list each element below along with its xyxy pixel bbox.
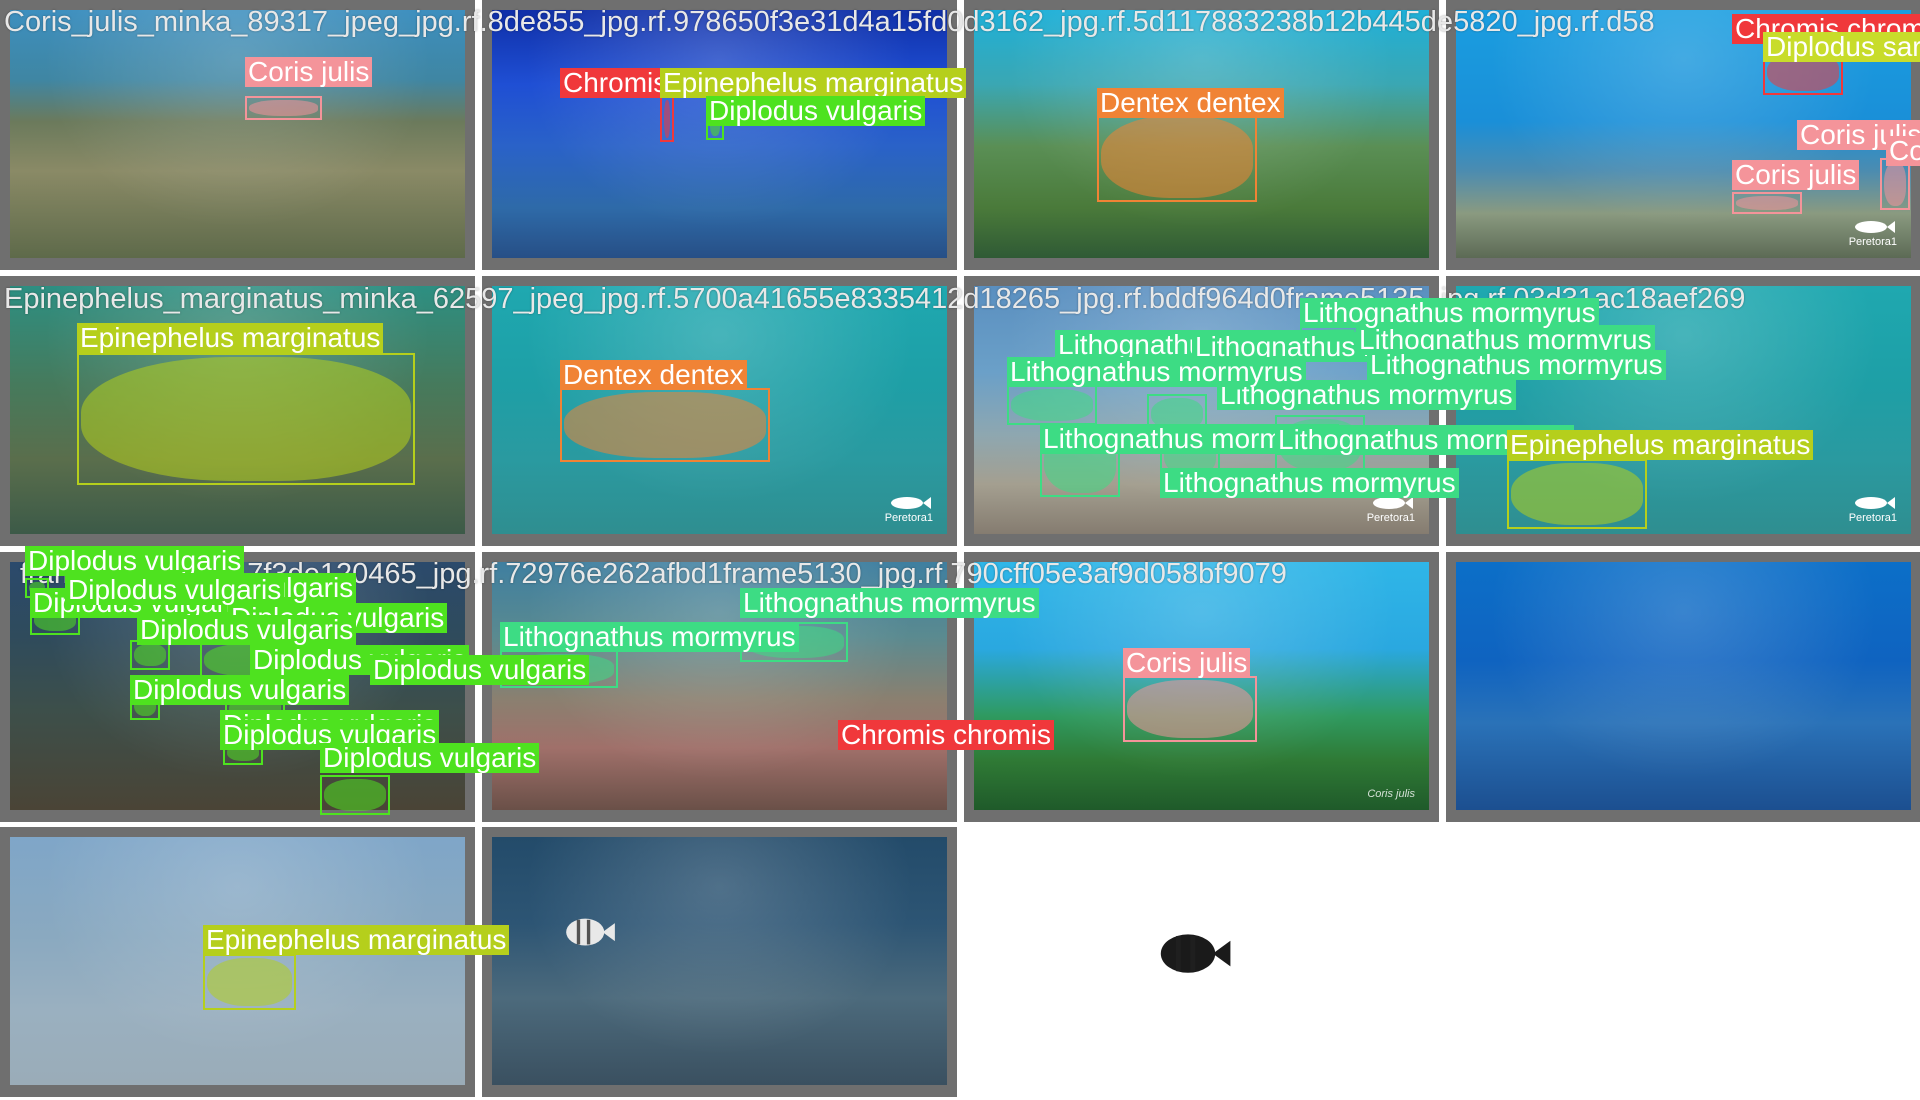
segmentation-mask bbox=[1101, 116, 1253, 198]
fish-logo-icon bbox=[1854, 497, 1895, 509]
watermark-logo: Peretora1 bbox=[885, 495, 933, 524]
detection-box bbox=[1732, 192, 1802, 214]
segmentation-mask bbox=[1011, 389, 1093, 421]
underwater-photo bbox=[1456, 562, 1911, 810]
detection-box bbox=[1097, 112, 1257, 202]
image-tile bbox=[1446, 552, 1920, 822]
class-label: Coris julis bbox=[1732, 160, 1860, 190]
logo-text: Peretora1 bbox=[1848, 236, 1897, 248]
detection-box bbox=[320, 775, 390, 815]
class-label: Diplodus vulgaris bbox=[370, 655, 590, 685]
fish-silhouette-icon bbox=[566, 918, 615, 946]
detection-box bbox=[203, 954, 296, 1010]
class-label: Coris julis bbox=[1886, 136, 1920, 166]
image-tile bbox=[482, 827, 957, 1097]
segmentation-mask bbox=[249, 100, 318, 116]
class-label: Epinephelus marginatus bbox=[660, 68, 967, 98]
class-label: Dentex dentex bbox=[1097, 88, 1284, 118]
detection-mosaic: Coris_julis_minka_89317_jpeg_jpg.rf.8de8… bbox=[0, 0, 1920, 1100]
class-label: Lithognathus mormyrus bbox=[1007, 357, 1306, 387]
segmentation-mask bbox=[134, 644, 166, 666]
fish-logo-icon bbox=[1854, 221, 1895, 233]
class-label: Diplodus vulgaris bbox=[320, 743, 540, 773]
segmentation-mask bbox=[1127, 680, 1253, 738]
segmentation-mask bbox=[1884, 162, 1906, 206]
detection-box bbox=[245, 96, 322, 120]
watermark-logo: Peretora1 bbox=[1849, 495, 1897, 524]
segmentation-mask bbox=[664, 100, 670, 138]
watermark-logo: Peretora1 bbox=[1849, 219, 1897, 248]
detection-box bbox=[77, 353, 415, 485]
class-label: Coris julis bbox=[1123, 648, 1251, 678]
class-label: Dentex dentex bbox=[560, 360, 747, 390]
class-label: Diplodus vulgaris bbox=[65, 575, 285, 605]
detection-box bbox=[1007, 385, 1097, 425]
image-tile bbox=[0, 0, 475, 270]
underwater-photo bbox=[10, 10, 465, 258]
class-label: Epinephelus marginatus bbox=[77, 323, 384, 353]
segmentation-mask bbox=[1736, 196, 1798, 210]
detection-box bbox=[1123, 676, 1257, 742]
fish-logo-icon bbox=[890, 497, 931, 509]
detection-box bbox=[1507, 459, 1647, 529]
detection-box bbox=[660, 96, 674, 142]
watermark-text: Coris julis bbox=[1367, 788, 1415, 800]
segmentation-mask bbox=[564, 392, 766, 458]
class-label: Lithognathus mormyrus bbox=[1367, 350, 1666, 380]
watermark-logo: Peretora1 bbox=[1367, 495, 1415, 524]
logo-text: Peretora1 bbox=[1366, 512, 1415, 524]
class-label: Diplodus vulgaris bbox=[706, 96, 926, 126]
segmentation-mask bbox=[1511, 463, 1643, 525]
class-label: Lithognathus mormyrus bbox=[1160, 468, 1459, 498]
class-label: Lithognathus mormyrus bbox=[500, 622, 799, 652]
logo-text: Peretora1 bbox=[884, 512, 933, 524]
class-label: Lithognathus mormyrus bbox=[740, 588, 1039, 618]
fish-silhouette-icon bbox=[1160, 934, 1231, 973]
class-label: Chromis chromis bbox=[838, 720, 1055, 750]
class-label: Epinephelus marginatus bbox=[203, 925, 510, 955]
logo-text: Peretora1 bbox=[1848, 512, 1897, 524]
class-label: Diplodus vulgaris bbox=[130, 675, 350, 705]
detection-box bbox=[560, 388, 770, 462]
class-label: Diplodus sargus bbox=[1763, 32, 1920, 62]
class-label: Lithognathus mormyrus bbox=[1300, 298, 1599, 328]
class-label: Coris julis bbox=[245, 57, 373, 87]
segmentation-mask bbox=[207, 958, 292, 1006]
segmentation-mask bbox=[324, 779, 386, 811]
class-label: Epinephelus marginatus bbox=[1507, 430, 1814, 460]
class-label: Diplodus vulgaris bbox=[137, 615, 357, 645]
segmentation-mask bbox=[81, 357, 411, 481]
